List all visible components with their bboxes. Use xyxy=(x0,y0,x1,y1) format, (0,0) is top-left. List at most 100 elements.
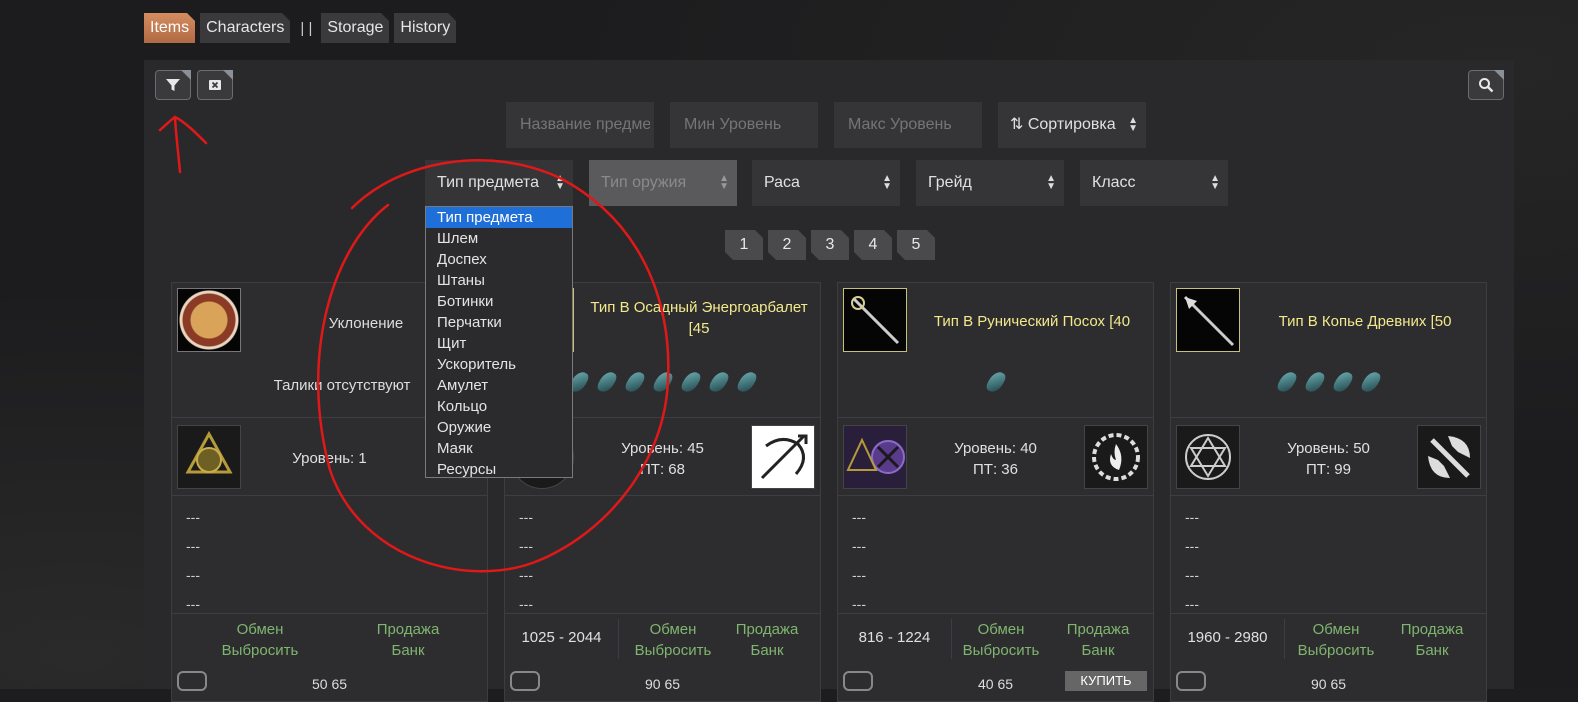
close-icon xyxy=(209,80,221,90)
page-3[interactable]: 3 xyxy=(811,230,849,260)
talic-icon xyxy=(679,369,702,395)
sell-link[interactable]: Продажа xyxy=(353,619,463,640)
race-select[interactable]: Раса ▲ ▼ xyxy=(752,160,900,206)
filter-icon xyxy=(166,79,180,91)
race-emblem-icon xyxy=(1176,425,1240,489)
search-button[interactable] xyxy=(1468,70,1504,100)
talic-icon xyxy=(651,369,674,395)
dropdown-option[interactable]: Перчатки xyxy=(426,312,572,333)
page-4[interactable]: 4 xyxy=(854,230,892,260)
dropdown-option[interactable]: Ресурсы xyxy=(426,459,572,480)
item-price: 1960 - 2980 xyxy=(1187,629,1268,646)
tab-characters[interactable]: Characters xyxy=(200,13,291,43)
page-1[interactable]: 1 xyxy=(725,230,763,260)
trade-link[interactable]: Обмен xyxy=(205,619,315,640)
min-level-field[interactable] xyxy=(670,102,818,148)
item-stats: --- --- --- --- xyxy=(519,509,533,612)
level-box: Уровень: 50 ПТ: 99 xyxy=(1171,417,1486,495)
bank-link[interactable]: Банк xyxy=(353,640,463,661)
dropdown-option[interactable]: Щит xyxy=(426,333,572,354)
tab-separator: | | xyxy=(300,19,313,37)
dropdown-option[interactable]: Оружие xyxy=(426,417,572,438)
talics-empty-text: Талики отсутствуют xyxy=(273,377,411,394)
talic-icon xyxy=(595,369,618,395)
dropdown-option[interactable]: Кольцо xyxy=(426,396,572,417)
clear-filter-button[interactable] xyxy=(197,70,233,100)
talic-icon xyxy=(1275,369,1298,395)
item-type-select[interactable]: Тип предмета ▲ ▼ xyxy=(425,160,573,206)
buy-button[interactable]: КУПИТЬ xyxy=(1065,671,1147,691)
item-stats: --- --- --- --- xyxy=(852,509,866,612)
filter-button[interactable] xyxy=(155,70,191,100)
dropdown-option[interactable]: Амулет xyxy=(426,375,572,396)
select-arrows-icon: ▲ ▼ xyxy=(882,173,892,192)
dropdown-option[interactable]: Доспех xyxy=(426,249,572,270)
axe-class-icon xyxy=(1417,425,1481,489)
lock-icon[interactable] xyxy=(843,671,873,691)
dropdown-option[interactable]: Шлем xyxy=(426,228,572,249)
footer-value: 90 65 xyxy=(1311,676,1347,692)
select-arrows-icon: ▲ ▼ xyxy=(555,173,565,192)
trade-link[interactable]: Обмен xyxy=(1281,619,1391,640)
tab-items[interactable]: Items xyxy=(144,13,196,43)
tab-history[interactable]: History xyxy=(394,13,457,43)
grade-select[interactable]: Грейд ▲ ▼ xyxy=(916,160,1064,206)
tab-storage[interactable]: Storage xyxy=(321,13,390,43)
sort-select[interactable]: ⇅ Сортировка ▲ ▼ xyxy=(998,102,1146,148)
sell-link[interactable]: Продажа xyxy=(1043,619,1153,640)
search-icon xyxy=(1479,78,1494,93)
card-actions: 1025 - 2044 Обмен Продажа Выбросить Банк xyxy=(505,615,820,665)
max-level-input[interactable] xyxy=(846,115,980,135)
item-name-field[interactable] xyxy=(506,102,654,148)
talic-icon xyxy=(984,369,1007,395)
min-level-input[interactable] xyxy=(682,115,816,135)
discard-link[interactable]: Выбросить xyxy=(946,640,1056,661)
class-select[interactable]: Класс ▲ ▼ xyxy=(1080,160,1228,206)
lock-icon[interactable] xyxy=(1176,671,1206,691)
footer-value: 50 65 xyxy=(312,676,348,692)
talic-icon xyxy=(735,369,758,395)
item-level: Уровень: 45 ПТ: 68 xyxy=(621,440,704,478)
lock-icon[interactable] xyxy=(177,671,207,691)
talic-icon xyxy=(1303,369,1326,395)
sell-link[interactable]: Продажа xyxy=(1377,619,1487,640)
max-level-field[interactable] xyxy=(834,102,982,148)
discard-link[interactable]: Выбросить xyxy=(1281,640,1391,661)
dropdown-option[interactable]: Ботинки xyxy=(426,291,572,312)
weapon-type-select: Тип оружия ▲ ▼ xyxy=(589,160,737,206)
select-arrows-icon: ▲ ▼ xyxy=(1128,115,1138,134)
footer-value: 90 65 xyxy=(645,676,681,692)
bank-link[interactable]: Банк xyxy=(712,640,822,661)
item-level: Уровень: 1 xyxy=(292,450,367,467)
pagination: 1 2 3 4 5 xyxy=(725,230,940,260)
discard-link[interactable]: Выбросить xyxy=(205,640,315,661)
lock-icon[interactable] xyxy=(510,671,540,691)
dropdown-option[interactable]: Ускоритель xyxy=(426,354,572,375)
select-arrows-icon: ▲ ▼ xyxy=(1210,173,1220,192)
item-stats: --- --- --- --- xyxy=(1185,509,1199,612)
item-type-dropdown[interactable]: Тип предмета Шлем Доспех Штаны Ботинки Перчат… xyxy=(425,206,573,478)
talic-icon xyxy=(1359,369,1382,395)
talic-icon xyxy=(1331,369,1354,395)
item-thumbnail[interactable] xyxy=(843,288,907,352)
item-thumbnail[interactable] xyxy=(177,288,241,352)
trade-link[interactable]: Обмен xyxy=(946,619,1056,640)
bank-link[interactable]: Банк xyxy=(1043,640,1153,661)
item-level: Уровень: 40 ПТ: 36 xyxy=(954,440,1037,478)
item-name-input[interactable] xyxy=(518,115,652,135)
item-title: Тип В Копье Древних [50 xyxy=(1278,313,1452,330)
select-arrows-icon: ▲ ▼ xyxy=(1046,173,1056,192)
bank-link[interactable]: Банк xyxy=(1377,640,1487,661)
page-2[interactable]: 2 xyxy=(768,230,806,260)
item-type-label: Тип предмета xyxy=(437,174,539,191)
item-thumbnail[interactable] xyxy=(1176,288,1240,352)
sort-label: ⇅ Сортировка xyxy=(1010,116,1116,133)
dropdown-option[interactable]: Тип предмета xyxy=(426,207,572,228)
dropdown-option[interactable]: Маяк xyxy=(426,438,572,459)
item-card: Тип В Рунический Посох [40 Уровень: 40 ПТ… xyxy=(837,282,1154,702)
dropdown-option[interactable]: Штаны xyxy=(426,270,572,291)
page-5[interactable]: 5 xyxy=(897,230,935,260)
race-emblem-icon xyxy=(843,425,907,489)
item-card: Тип В Копье Древних [50 Уровень: 50 ПТ: 9… xyxy=(1170,282,1487,702)
sell-link[interactable]: Продажа xyxy=(712,619,822,640)
